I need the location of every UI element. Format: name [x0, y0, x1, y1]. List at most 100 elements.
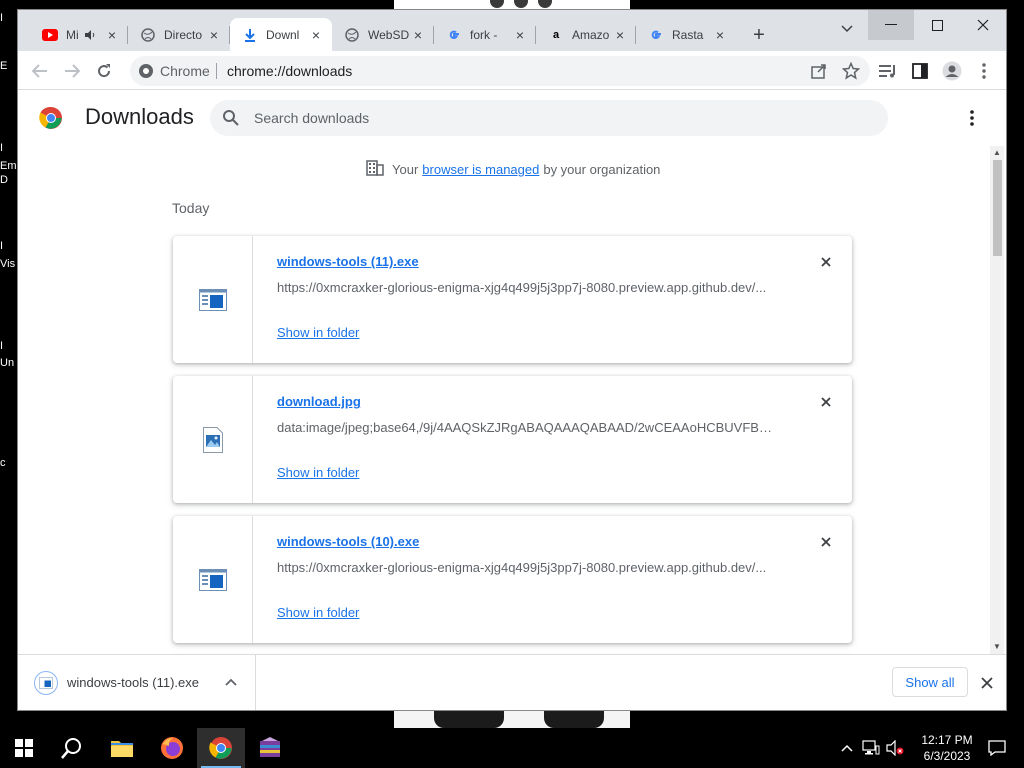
share-icon[interactable]: [810, 62, 828, 83]
desktop-icon-label[interactable]: I: [0, 240, 18, 252]
search-taskbar-icon[interactable]: [48, 728, 96, 768]
exe-file-icon: [173, 516, 253, 643]
scroll-up-arrow-icon[interactable]: ▲: [990, 148, 1004, 158]
tab-directory[interactable]: Directo ×: [128, 18, 230, 51]
tab-amazon[interactable]: a Amazo ×: [536, 18, 636, 51]
network-icon[interactable]: [862, 738, 880, 758]
tab-youtube[interactable]: Mi ×: [30, 18, 128, 51]
close-tab-icon[interactable]: ×: [612, 27, 628, 43]
media-queue-icon[interactable]: [876, 59, 900, 83]
winrar-archive-icon[interactable]: [246, 728, 294, 768]
close-tab-icon[interactable]: ×: [712, 27, 728, 43]
desktop-icon-label[interactable]: I: [0, 340, 18, 352]
chevron-up-icon[interactable]: [222, 673, 240, 691]
exe-file-icon: [173, 236, 253, 363]
download-source-url[interactable]: data:image/jpeg;base64,/9j/4AAQSkZJRgABA…: [277, 420, 777, 435]
show-in-folder-link[interactable]: Show in folder: [277, 325, 359, 340]
download-item: windows-tools (11).exe https://0xmcraxke…: [173, 236, 852, 363]
tab-downloads[interactable]: Downl ×: [230, 18, 332, 51]
show-in-folder-link[interactable]: Show in folder: [277, 605, 359, 620]
page-title: Downloads: [85, 104, 194, 129]
managed-notice: Your browser is managed by your organiza…: [366, 160, 660, 179]
chrome-site-icon[interactable]: [138, 63, 154, 82]
tab-search-chevron-icon[interactable]: [836, 18, 858, 40]
show-all-button[interactable]: Show all: [892, 667, 968, 697]
chrome-taskbar-icon[interactable]: [197, 728, 245, 768]
download-filename-link[interactable]: download.jpg: [277, 394, 361, 409]
chevron-up-icon[interactable]: [838, 738, 856, 758]
image-file-icon: [173, 376, 253, 503]
show-in-folder-link[interactable]: Show in folder: [277, 465, 359, 480]
desktop-icon-label[interactable]: I: [0, 12, 18, 24]
tab-title: Rasta: [672, 27, 704, 42]
desktop-icon-label[interactable]: c: [0, 457, 18, 469]
tab-google-fork[interactable]: fork - ×: [434, 18, 536, 51]
desktop-icon-label[interactable]: I: [0, 142, 18, 154]
search-input[interactable]: [254, 108, 854, 128]
remove-from-list-icon[interactable]: [816, 392, 836, 412]
wallpaper-photo-bottom: [394, 710, 630, 728]
tab-websdr[interactable]: WebSD ×: [332, 18, 434, 51]
download-source-url[interactable]: https://0xmcraxker-glorious-enigma-xjg4q…: [277, 560, 777, 575]
browser-window: Mi × Directo × Downl × WebSD × fork - × …: [18, 10, 1006, 710]
download-source-url[interactable]: https://0xmcraxker-glorious-enigma-xjg4q…: [277, 280, 777, 295]
close-tab-icon[interactable]: ×: [104, 27, 120, 43]
tab-google-rasta[interactable]: Rasta ×: [636, 18, 736, 51]
address-bar[interactable]: Chrome chrome://downloads: [130, 56, 870, 86]
taskbar: 12:17 PM 6/3/2023: [0, 728, 1024, 768]
browser-menu-icon[interactable]: [972, 59, 996, 83]
start-button[interactable]: [0, 728, 48, 768]
scrollbar-thumb[interactable]: [993, 160, 1002, 256]
omnibox-separator: [216, 63, 217, 79]
clock-date: 6/3/2023: [923, 749, 971, 763]
close-tab-icon[interactable]: ×: [308, 27, 324, 43]
new-tab-button[interactable]: +: [748, 24, 770, 46]
page-scrollbar[interactable]: ▲ ▼: [990, 146, 1004, 654]
side-panel-icon[interactable]: [908, 59, 932, 83]
minimize-button[interactable]: [868, 10, 914, 40]
desktop-icon-label[interactable]: E: [0, 60, 18, 72]
reload-icon[interactable]: [92, 59, 116, 83]
forward-arrow-icon[interactable]: [60, 59, 84, 83]
desktop-icon-label[interactable]: D: [0, 174, 18, 186]
google-icon: [446, 27, 462, 43]
speaker-icon[interactable]: [82, 27, 98, 43]
close-window-button[interactable]: [960, 10, 1006, 40]
download-item: download.jpg data:image/jpeg;base64,/9j/…: [173, 376, 852, 503]
remove-from-list-icon[interactable]: [816, 252, 836, 272]
scroll-down-arrow-icon[interactable]: ▼: [990, 642, 1004, 652]
close-tab-icon[interactable]: ×: [206, 27, 222, 43]
close-tab-icon[interactable]: ×: [410, 27, 426, 43]
search-downloads-box[interactable]: [210, 100, 888, 136]
download-filename-link[interactable]: windows-tools (11).exe: [277, 254, 419, 269]
maximize-button[interactable]: [914, 10, 960, 40]
profile-avatar-icon[interactable]: [940, 59, 964, 83]
globe-icon: [344, 27, 360, 43]
file-explorer-icon[interactable]: [98, 728, 146, 768]
page-menu-icon[interactable]: [960, 106, 984, 130]
date-group-label: Today: [172, 200, 210, 216]
notification-center-icon[interactable]: [984, 738, 1010, 758]
desktop-icon-label[interactable]: Vis: [0, 258, 18, 270]
clock-time: 12:17 PM: [921, 733, 973, 747]
tab-strip: Mi × Directo × Downl × WebSD × fork - × …: [18, 10, 1006, 51]
desktop-icon-label[interactable]: Un: [0, 357, 18, 369]
site-label: Chrome: [160, 63, 210, 79]
speaker-muted-icon[interactable]: [886, 738, 904, 758]
bookmark-star-icon[interactable]: [841, 61, 861, 83]
tab-title: fork -: [470, 27, 498, 42]
youtube-icon: [42, 27, 58, 43]
remove-from-list-icon[interactable]: [816, 532, 836, 552]
download-shelf: windows-tools (11).exe Show all: [18, 654, 1006, 710]
back-arrow-icon[interactable]: [28, 59, 52, 83]
url-text[interactable]: chrome://downloads: [227, 63, 352, 79]
firefox-icon[interactable]: [148, 728, 196, 768]
browser-managed-link[interactable]: browser is managed: [422, 162, 539, 177]
desktop-icon-label[interactable]: Em: [0, 160, 18, 172]
shelf-download-item[interactable]: windows-tools (11).exe: [18, 655, 256, 710]
download-filename-link[interactable]: windows-tools (10).exe: [277, 534, 419, 549]
close-tab-icon[interactable]: ×: [512, 27, 528, 43]
search-icon: [222, 109, 240, 127]
taskbar-clock[interactable]: 12:17 PM 6/3/2023: [912, 732, 982, 764]
close-shelf-icon[interactable]: [976, 672, 998, 694]
